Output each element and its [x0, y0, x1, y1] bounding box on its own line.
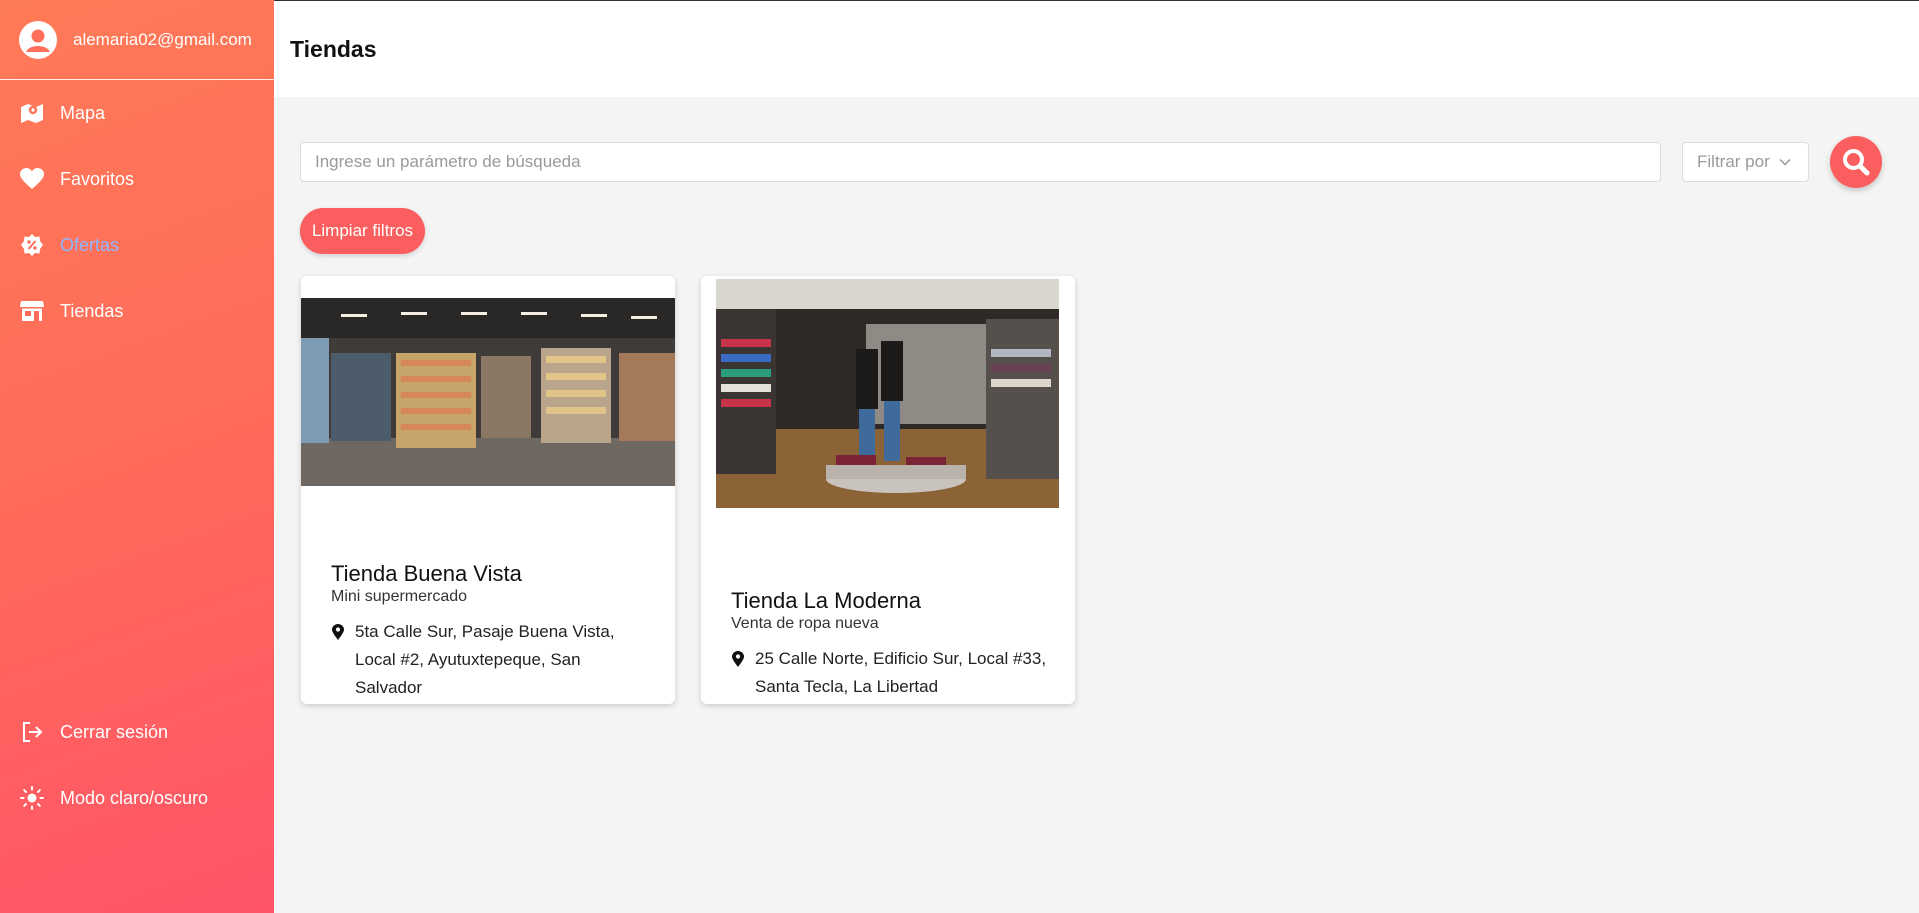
nav-label: Tiendas — [60, 300, 124, 321]
user-profile[interactable]: alemaria02@gmail.com — [0, 0, 274, 80]
map-icon — [20, 101, 44, 125]
filter-label: Filtrar por — [1697, 152, 1770, 171]
store-info: Tienda La Moderna Venta de ropa nueva 25… — [731, 588, 1051, 701]
logout-icon — [20, 720, 44, 744]
user-avatar-icon — [19, 20, 57, 59]
chevron-down-icon — [1779, 158, 1791, 166]
nav-label: Mapa — [60, 102, 106, 123]
store-category: Venta de ropa nueva — [731, 615, 879, 632]
nav-label: Cerrar sesión — [60, 721, 169, 742]
store-image-supermarket — [301, 298, 675, 486]
search-input[interactable] — [300, 142, 1661, 182]
sidebar-footer: Cerrar sesión Modo claro/oscuro — [0, 699, 274, 831]
filter-dropdown[interactable]: Filtrar por — [1682, 142, 1809, 182]
store-address: 5ta Calle Sur, Pasaje Buena Vista, Local… — [331, 618, 651, 702]
user-email: alemaria02@gmail.com — [73, 29, 252, 49]
location-pin-icon — [732, 651, 744, 667]
page-title: Tiendas — [290, 35, 377, 62]
sidebar: alemaria02@gmail.com Mapa Favoritos Ofer… — [0, 0, 274, 913]
nav-item-mapa[interactable]: Mapa — [0, 80, 274, 146]
nav-label: Modo claro/oscuro — [60, 787, 209, 808]
search-button[interactable] — [1830, 136, 1882, 188]
sun-icon — [20, 786, 44, 810]
store-category: Mini supermercado — [331, 588, 468, 605]
location-pin-icon — [332, 624, 344, 640]
store-address-text: 5ta Calle Sur, Pasaje Buena Vista, Local… — [355, 622, 615, 697]
logout-button[interactable]: Cerrar sesión — [0, 699, 274, 765]
store-address: 25 Calle Norte, Edificio Sur, Local #33,… — [731, 645, 1051, 701]
page-header: Tiendas — [274, 0, 1919, 97]
store-card[interactable]: Tienda Buena Vista Mini supermercado 5ta… — [301, 276, 675, 704]
store-icon — [20, 299, 44, 323]
search-icon — [1843, 149, 1870, 176]
nav-label: Ofertas — [60, 234, 120, 255]
store-name: Tienda La Moderna — [731, 588, 921, 613]
nav-item-ofertas[interactable]: Ofertas — [0, 212, 274, 278]
nav-item-favoritos[interactable]: Favoritos — [0, 146, 274, 212]
main-nav: Mapa Favoritos Ofertas Tiendas — [0, 80, 274, 344]
store-image-clothing — [716, 279, 1059, 508]
store-info: Tienda Buena Vista Mini supermercado 5ta… — [331, 561, 651, 702]
nav-item-tiendas[interactable]: Tiendas — [0, 278, 274, 344]
clear-filters-button[interactable]: Limpiar filtros — [300, 208, 425, 254]
store-name: Tienda Buena Vista — [331, 561, 522, 586]
heart-icon — [20, 167, 44, 191]
theme-toggle-button[interactable]: Modo claro/oscuro — [0, 765, 274, 831]
nav-label: Favoritos — [60, 168, 135, 189]
discount-badge-icon — [20, 233, 44, 257]
store-card[interactable]: Tienda La Moderna Venta de ropa nueva 25… — [701, 276, 1075, 704]
store-address-text: 25 Calle Norte, Edificio Sur, Local #33,… — [755, 649, 1047, 696]
